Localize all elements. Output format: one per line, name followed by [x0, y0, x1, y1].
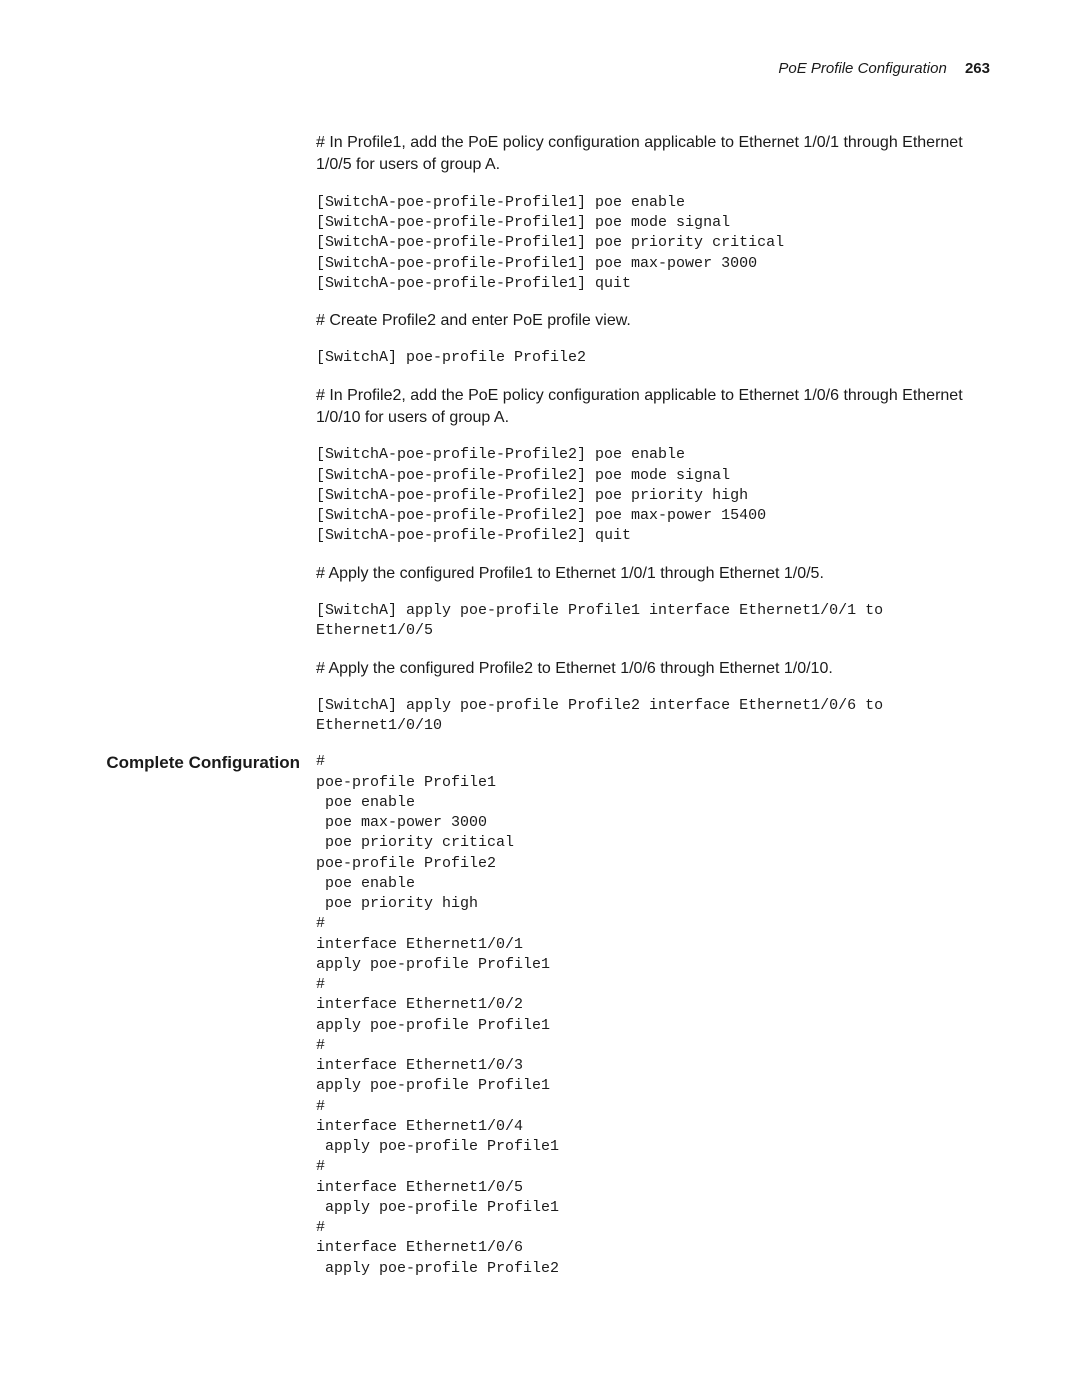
code-block-2: [SwitchA] poe-profile Profile2	[316, 348, 990, 368]
config-content: # poe-profile Profile1 poe enable poe ma…	[316, 752, 990, 1295]
header-page-number: 263	[965, 60, 990, 77]
code-block-3: [SwitchA-poe-profile-Profile2] poe enabl…	[316, 445, 990, 546]
config-section: Complete Configuration # poe-profile Pro…	[95, 752, 990, 1295]
body-section: # In Profile1, add the PoE policy config…	[95, 132, 990, 752]
page-header: PoE Profile Configuration 263	[95, 60, 990, 77]
config-section-label: Complete Configuration	[95, 753, 316, 773]
code-block-1: [SwitchA-poe-profile-Profile1] poe enabl…	[316, 193, 990, 294]
paragraph-1: # In Profile1, add the PoE policy config…	[316, 132, 990, 177]
paragraph-2: # Create Profile2 and enter PoE profile …	[316, 310, 990, 332]
page: PoE Profile Configuration 263 # In Profi…	[0, 0, 1080, 1355]
code-block-4: [SwitchA] apply poe-profile Profile1 int…	[316, 601, 990, 642]
config-code-block: # poe-profile Profile1 poe enable poe ma…	[316, 752, 990, 1279]
body-content: # In Profile1, add the PoE policy config…	[316, 132, 990, 752]
header-title: PoE Profile Configuration	[778, 60, 946, 77]
code-block-5: [SwitchA] apply poe-profile Profile2 int…	[316, 696, 990, 737]
paragraph-3: # In Profile2, add the PoE policy config…	[316, 385, 990, 430]
paragraph-5: # Apply the configured Profile2 to Ether…	[316, 658, 990, 680]
paragraph-4: # Apply the configured Profile1 to Ether…	[316, 563, 990, 585]
